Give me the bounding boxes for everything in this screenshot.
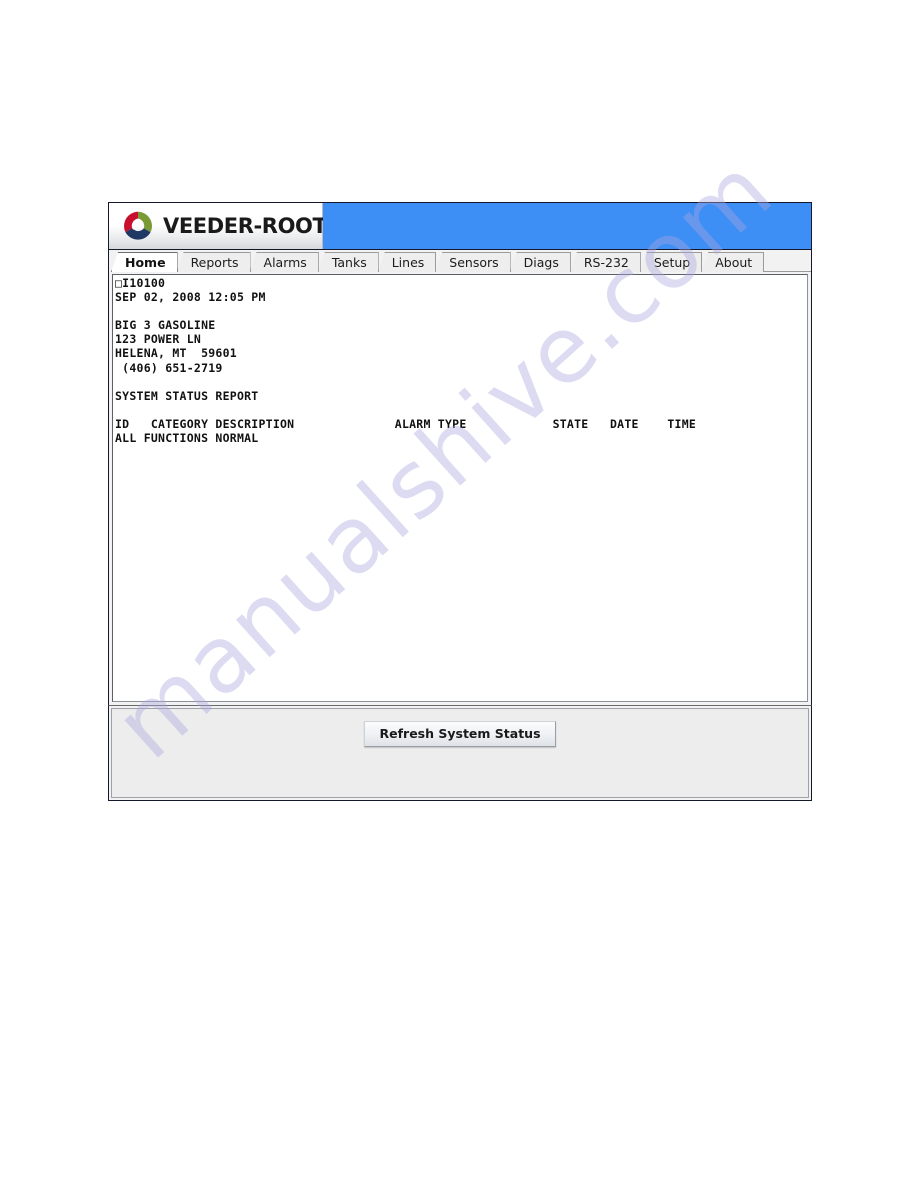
system-status-report-text: □I10100 SEP 02, 2008 12:05 PM BIG 3 GASO… [115, 276, 697, 446]
tab-bar: Home Reports Alarms Tanks Lines Sensors … [108, 250, 812, 272]
tab-setup[interactable]: Setup [639, 252, 703, 272]
brand-logo-panel: VEEDER-ROOT® [109, 203, 333, 249]
brand-name: VEEDER-ROOT® [163, 214, 333, 238]
action-panel-frame: Refresh System Status [108, 705, 812, 801]
tab-alarms[interactable]: Alarms [249, 252, 319, 272]
veeder-root-web-console: VEEDER-ROOT® Home Reports Alarms Tanks L… [108, 202, 812, 806]
tab-tanks[interactable]: Tanks [317, 252, 379, 272]
action-panel: Refresh System Status [111, 708, 809, 798]
tab-about[interactable]: About [701, 252, 765, 272]
tab-reports[interactable]: Reports [176, 252, 251, 272]
tab-lines[interactable]: Lines [377, 252, 437, 272]
report-panel: □I10100 SEP 02, 2008 12:05 PM BIG 3 GASO… [108, 272, 812, 705]
tab-sensors[interactable]: Sensors [435, 252, 511, 272]
tab-diags[interactable]: Diags [509, 252, 571, 272]
tab-home[interactable]: Home [111, 252, 178, 272]
banner-blue-fill [323, 203, 811, 249]
header-banner: VEEDER-ROOT® [108, 202, 812, 250]
tab-bar-filler [763, 252, 811, 272]
tab-rs-232[interactable]: RS-232 [569, 252, 641, 272]
system-status-report-area[interactable]: □I10100 SEP 02, 2008 12:05 PM BIG 3 GASO… [112, 274, 808, 702]
refresh-system-status-button[interactable]: Refresh System Status [364, 721, 556, 747]
veeder-root-swirl-logo-icon [121, 209, 155, 243]
